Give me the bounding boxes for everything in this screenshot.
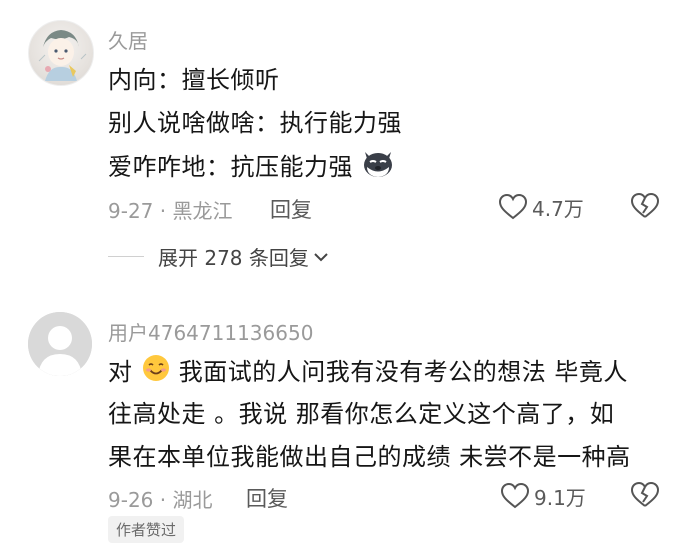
comment-text-line: 对 我面试的人问我有没有考公的想法 毕竟人 [108,353,628,393]
dislike-button[interactable] [630,192,660,224]
comment-text-line-content: 爱咋咋地：抗压能力强 [108,153,353,181]
comment-1: 久居 内向：擅长倾听 别人说啥做啥：执行能力强 爱咋咋地：抗压能力强 9-27 … [0,0,690,300]
like-button[interactable]: 4.7万 [498,192,584,222]
heart-outline-icon [500,482,530,509]
comment-2: 用户4764711136650 对 我面试的人问我有没有考公的想法 毕竟人 往高… [0,300,690,555]
smile-emoji-icon [141,353,171,393]
comment-username[interactable]: 久居 [108,25,148,54]
author-liked-badge: 作者赞过 [108,516,185,543]
reply-button[interactable]: 回复 [270,194,312,224]
comment-text-line: 果在本单位我能做出自己的成绩 未尝不是一种高 [108,443,631,471]
anime-avatar-icon[interactable] [28,20,94,86]
default-user-avatar-icon[interactable] [28,312,92,376]
comment-text-line: 内向：擅长倾听 [108,66,280,94]
comment-date-location: 9-27 · 黑龙江 [108,199,233,223]
like-button[interactable]: 9.1万 [500,481,586,511]
comment-text-prefix: 对 [108,358,133,386]
expand-replies-button[interactable]: 展开 278 条回复 [108,242,329,271]
dislike-button[interactable] [630,481,660,513]
comment-text-rest: 我面试的人问我有没有考公的想法 毕竟人 [178,358,628,386]
chevron-down-icon [314,252,328,261]
broken-heart-icon [630,481,660,507]
reply-button[interactable]: 回复 [246,483,288,513]
heart-outline-icon [498,193,528,220]
like-count: 4.7万 [532,196,584,221]
comment-text-line: 爱咋咋地：抗压能力强 [108,148,395,188]
expand-replies-label: 展开 278 条回复 [158,246,309,270]
comment-text-line: 往高处走 。我说 那看你怎么定义这个高了，如 [108,400,615,428]
expand-divider-line [108,256,144,257]
comment-text-line: 别人说啥做啥：执行能力强 [108,109,402,137]
broken-heart-icon [630,192,660,218]
husky-dog-emoji-icon [361,148,395,188]
comment-username[interactable]: 用户4764711136650 [108,317,313,346]
comment-date-location: 9-26 · 湖北 [108,488,213,512]
like-count: 9.1万 [534,485,586,510]
